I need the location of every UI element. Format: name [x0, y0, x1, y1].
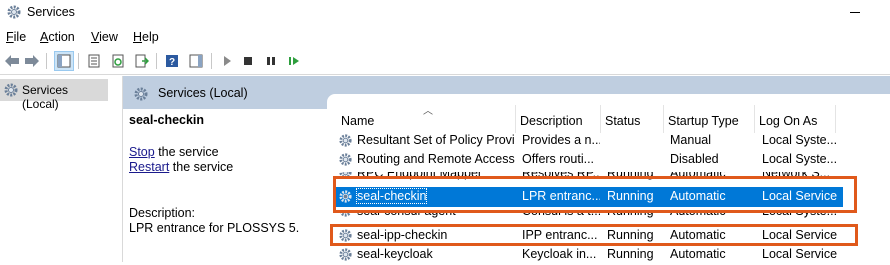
service-log-on-as: Local Syste... — [762, 152, 838, 166]
back-arrow-icon[interactable] — [3, 52, 21, 70]
table-row[interactable]: Routing and Remote Access Offers routi..… — [333, 150, 843, 169]
selected-service-name: seal-checkin — [129, 113, 205, 127]
service-gear-icon — [338, 247, 353, 265]
service-startup-type: Disabled — [670, 152, 719, 166]
console-tree: Services (Local) — [0, 76, 123, 262]
stop-service-icon[interactable] — [239, 52, 257, 70]
highlight-box-seal-checkin — [333, 176, 857, 213]
service-gear-icon — [338, 152, 353, 170]
stop-service-link[interactable]: Stop — [129, 145, 155, 159]
pause-service-icon[interactable] — [262, 52, 280, 70]
toolbar-separator — [156, 53, 157, 69]
column-header-status[interactable]: Status — [601, 111, 663, 133]
refresh-icon[interactable] — [109, 52, 127, 70]
toolbar: ? — [0, 49, 890, 75]
restart-service-link[interactable]: Restart — [129, 160, 169, 174]
pane-header: Services (Local) — [123, 76, 890, 110]
service-description: Offers routi... — [522, 152, 595, 166]
service-name: seal-keycloak — [357, 247, 433, 261]
title-bar: Services — [0, 0, 890, 26]
column-header-log-on-as[interactable]: Log On As — [755, 111, 835, 133]
resume-service-icon[interactable] — [285, 52, 303, 70]
restart-suffix: the service — [169, 160, 234, 174]
table-row[interactable]: Resultant Set of Policy Provi... Provide… — [333, 131, 843, 150]
service-description: Keycloak in... — [522, 247, 597, 261]
svg-text:?: ? — [169, 57, 175, 68]
menu-bar: File Action View Help — [0, 28, 890, 48]
service-log-on-as: Local Service — [762, 247, 838, 261]
toolbar-separator — [46, 53, 47, 69]
service-gear-icon — [338, 133, 353, 151]
table-row[interactable]: seal-keycloak Keycloak in... Running Aut… — [333, 245, 843, 264]
tree-item-label: Services (Local) — [22, 83, 69, 111]
toolbar-separator — [211, 53, 212, 69]
menu-action[interactable]: Action — [40, 30, 75, 44]
service-startup-type: Automatic — [670, 247, 726, 261]
forward-arrow-icon[interactable] — [23, 52, 41, 70]
service-description: Provides a n... — [522, 133, 600, 147]
service-name: Resultant Set of Policy Provi... — [357, 133, 515, 147]
menu-file[interactable]: File — [6, 30, 26, 44]
services-gear-icon — [3, 82, 19, 101]
description-text: LPR entrance for PLOSSYS 5. — [129, 221, 300, 235]
restart-action: Restart the service — [129, 160, 233, 174]
stop-suffix: the service — [154, 145, 219, 159]
column-header-description[interactable]: Description — [516, 111, 600, 133]
toolbar-separator — [78, 53, 79, 69]
description-label: Description: — [129, 206, 195, 220]
service-log-on-as: Local Syste... — [762, 133, 838, 147]
window-title: Services — [27, 5, 75, 19]
minimize-button[interactable] — [845, 2, 865, 22]
services-gear-icon — [6, 4, 22, 23]
service-name: Routing and Remote Access — [357, 152, 515, 166]
export-list-icon[interactable] — [133, 52, 151, 70]
services-gear-icon — [133, 86, 149, 105]
service-startup-type: Manual — [670, 133, 711, 147]
start-service-icon[interactable] — [218, 52, 236, 70]
column-divider — [835, 105, 836, 133]
show-console-tree-icon[interactable] — [54, 51, 74, 71]
properties-icon[interactable] — [85, 52, 103, 70]
menu-help[interactable]: Help — [133, 30, 159, 44]
service-status: Running — [607, 247, 654, 261]
stop-action: Stop the service — [129, 145, 219, 159]
extended-tab-area — [327, 94, 890, 110]
show-hide-action-pane-icon[interactable] — [187, 52, 205, 70]
tree-item-services-local[interactable]: Services (Local) — [0, 79, 108, 111]
highlight-box-seal-ipp-checkin — [330, 224, 858, 246]
pane-header-title: Services (Local) — [158, 86, 248, 100]
help-icon[interactable]: ? — [163, 52, 181, 70]
column-header-startup-type[interactable]: Startup Type — [664, 111, 754, 133]
service-details: seal-checkin Stop the service Restart th… — [123, 109, 333, 262]
menu-view[interactable]: View — [91, 30, 118, 44]
column-header-name[interactable]: Name — [337, 111, 515, 133]
